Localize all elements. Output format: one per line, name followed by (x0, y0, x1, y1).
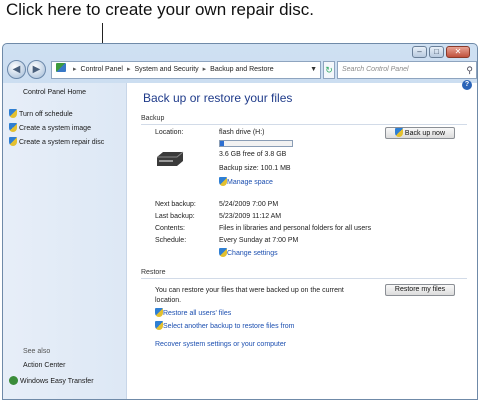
restore-section-header: Restore (141, 269, 166, 276)
forward-arrow-icon: ▶ (32, 64, 41, 75)
restore-divider (141, 278, 467, 279)
callout-text: Click here to create your own repair dis… (6, 0, 315, 19)
sidebar-item-create-repair-disc[interactable]: Create a system repair disc (9, 137, 104, 146)
sidebar: Control Panel Home Turn off schedule Cre… (3, 83, 127, 399)
page-title: Back up or restore your files (143, 91, 293, 105)
help-icon[interactable]: ? (462, 80, 472, 90)
easy-transfer-icon (9, 376, 18, 385)
recover-system-settings-link[interactable]: Recover system settings or your computer (155, 341, 286, 348)
refresh-button[interactable]: ↻ (323, 61, 335, 79)
sidebar-link-label: Windows Easy Transfer (20, 378, 94, 385)
select-another-backup-link[interactable]: Select another backup to restore files f… (155, 321, 295, 330)
minimize-button[interactable]: – (412, 46, 427, 58)
main-panel: ? Back up or restore your files Backup L… (127, 80, 477, 399)
sidebar-item-label: Create a system repair disc (19, 139, 105, 146)
content-area: Control Panel Home Turn off schedule Cre… (3, 80, 477, 399)
manage-space-link[interactable]: Manage space (219, 177, 273, 186)
sidebar-item-label: Create a system image (19, 125, 91, 132)
sidebar-item-create-system-image[interactable]: Create a system image (9, 123, 91, 132)
contents-label: Contents: (155, 225, 185, 232)
sidebar-link-action-center[interactable]: Action Center (23, 362, 65, 369)
shield-icon (219, 248, 227, 257)
change-settings-link[interactable]: Change settings (219, 248, 278, 257)
shield-icon (155, 321, 163, 330)
last-backup-value: 5/23/2009 11:12 AM (219, 213, 282, 220)
breadcrumb-system-security[interactable]: System and Security (134, 66, 198, 73)
schedule-label: Schedule: (155, 237, 187, 244)
forward-button[interactable]: ▶ (27, 60, 46, 79)
location-value: flash drive (H:) (219, 129, 265, 136)
search-placeholder: Search Control Panel (342, 66, 409, 73)
shield-icon (219, 177, 227, 186)
backup-restore-window: – □ ✕ ◀ ▶ ▸ Control Panel ▸ System and Secu… (2, 43, 478, 400)
back-button[interactable]: ◀ (7, 60, 26, 79)
restore-all-users-link[interactable]: Restore all users' files (155, 308, 231, 317)
close-button[interactable]: ✕ (446, 46, 470, 58)
sidebar-link-easy-transfer[interactable]: Windows Easy Transfer (9, 376, 94, 385)
search-input[interactable]: Search Control Panel ⚲ (337, 61, 477, 79)
next-backup-value: 5/24/2009 7:00 PM (219, 201, 279, 208)
sidebar-item-label: Turn off schedule (19, 111, 73, 118)
restore-my-files-button[interactable]: Restore my files (385, 284, 455, 296)
contents-value: Files in libraries and personal folders … (219, 225, 372, 232)
backup-divider (141, 124, 467, 125)
control-panel-icon (56, 63, 66, 72)
search-icon[interactable]: ⚲ (466, 62, 473, 78)
shield-icon (394, 128, 403, 137)
restore-description-line1: You can restore your files that were bac… (155, 287, 344, 294)
backup-section-header: Backup (141, 115, 165, 122)
drive-usage-bar (219, 140, 293, 147)
breadcrumb-control-panel[interactable]: Control Panel (81, 66, 123, 73)
address-bar[interactable]: ▸ Control Panel ▸ System and Security ▸ Backu… (51, 61, 321, 79)
address-bar-row: ◀ ▶ ▸ Control Panel ▸ System and Security ▸ B… (7, 59, 477, 81)
free-space-text: 3.6 GB free of 3.8 GB (219, 151, 287, 158)
next-backup-label: Next backup: (155, 201, 196, 208)
restore-description-line2: location. (155, 297, 182, 304)
address-dropdown-icon[interactable]: ▼ (310, 62, 317, 78)
refresh-icon: ↻ (325, 65, 333, 75)
last-backup-label: Last backup: (155, 213, 195, 220)
backup-size-text: Backup size: 100.1 MB (219, 165, 291, 172)
drive-icon (157, 151, 184, 166)
location-label: Location: (155, 129, 184, 136)
maximize-button[interactable]: □ (429, 46, 444, 58)
schedule-value: Every Sunday at 7:00 PM (219, 237, 299, 244)
sidebar-control-panel-home[interactable]: Control Panel Home (23, 89, 86, 96)
drive-usage-fill (220, 141, 224, 146)
breadcrumb-backup-restore[interactable]: Backup and Restore (210, 66, 273, 73)
shield-icon (155, 308, 163, 317)
shield-icon (9, 137, 17, 146)
back-arrow-icon: ◀ (12, 64, 21, 75)
see-also-heading: See also (23, 348, 51, 355)
back-up-now-button[interactable]: Back up now (385, 127, 455, 139)
shield-icon (9, 109, 17, 118)
shield-icon (9, 123, 17, 132)
sidebar-item-turn-off-schedule[interactable]: Turn off schedule (9, 109, 73, 118)
window-controls: – □ ✕ (412, 46, 470, 58)
